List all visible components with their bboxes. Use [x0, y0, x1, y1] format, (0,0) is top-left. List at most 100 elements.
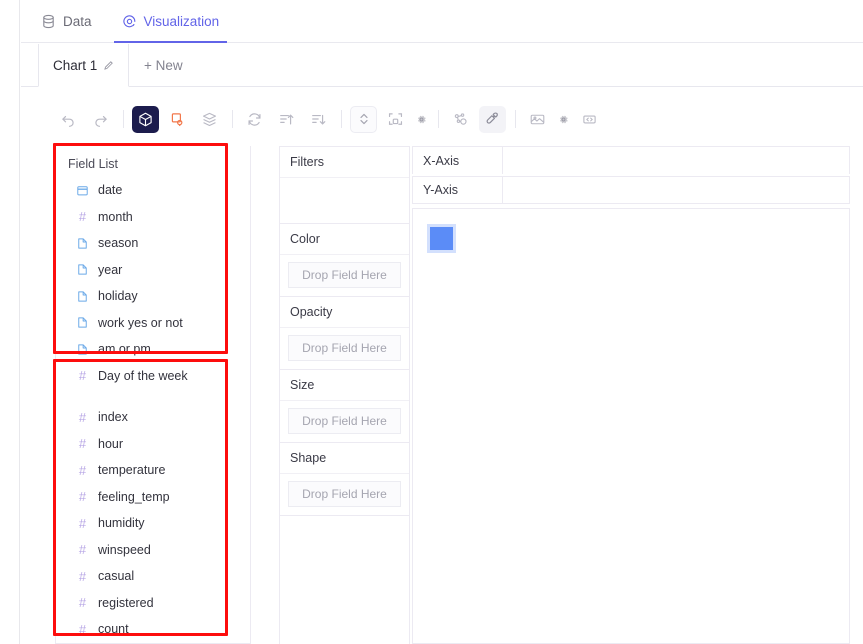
text-file-icon — [76, 316, 89, 329]
field-label: work yes or not — [98, 315, 183, 330]
chart-toolbar — [55, 103, 850, 135]
size-shelf-label: Size — [280, 370, 409, 401]
plot-area[interactable] — [412, 208, 850, 644]
calendar-icon — [76, 184, 89, 197]
field-label: casual — [98, 569, 135, 584]
panels-row: Field List date # month season year holi… — [55, 146, 850, 644]
field-item-casual[interactable]: # casual — [56, 563, 250, 590]
workspace: Field List date # month season year holi… — [27, 88, 850, 644]
mark-type-button[interactable] — [132, 105, 159, 133]
annotation-button[interactable] — [164, 106, 191, 133]
field-label: count — [98, 622, 129, 637]
field-item-season[interactable]: season — [56, 230, 250, 257]
field-item-year[interactable]: year — [56, 257, 250, 284]
tab-data-label: Data — [63, 14, 92, 29]
pencil-icon[interactable] — [103, 60, 114, 71]
field-label: hour — [98, 436, 124, 451]
field-label: index — [98, 410, 128, 425]
x-axis-dropzone[interactable] — [503, 147, 849, 174]
field-label: month — [98, 209, 133, 224]
y-axis-dropzone[interactable] — [503, 177, 849, 203]
sort-descending-button[interactable] — [305, 106, 332, 133]
hash-icon: # — [78, 621, 87, 637]
filters-shelf: Filters — [279, 146, 410, 224]
fit-view-button[interactable] — [382, 106, 409, 133]
color-shelf-label: Color — [280, 224, 409, 255]
tab-visualization-label: Visualization — [143, 14, 220, 29]
field-item-feeling-temp[interactable]: # feeling_temp — [56, 484, 250, 511]
mark-color-swatch[interactable] — [427, 224, 456, 253]
text-file-icon — [76, 237, 89, 250]
code-view-button[interactable] — [576, 106, 603, 133]
field-label: humidity — [98, 516, 145, 531]
field-label: registered — [98, 595, 154, 610]
image-export-button[interactable] — [524, 106, 551, 133]
filters-shelf-label: Filters — [280, 147, 409, 178]
image-export-settings-button[interactable] — [556, 108, 570, 130]
field-item-date[interactable]: date — [56, 177, 250, 204]
color-shelf-dropzone[interactable]: Drop Field Here — [288, 262, 401, 288]
sort-ascending-button[interactable] — [273, 106, 300, 133]
tab-visualization[interactable]: Visualization — [113, 0, 227, 43]
chart-tab-strip: Chart 1 + New — [21, 44, 863, 87]
tab-data[interactable]: Data — [39, 0, 94, 43]
fit-view-settings-button[interactable] — [414, 108, 428, 130]
hash-icon: # — [78, 489, 87, 505]
field-item-day-of-the-week[interactable]: # Day of the week — [56, 363, 250, 390]
left-rail — [0, 0, 20, 644]
field-item-month[interactable]: # month — [56, 204, 250, 231]
y-axis-label: Y-Axis — [413, 177, 503, 203]
encoding-shelves-panel: Filters Color Drop Field Here Opacity Dr… — [279, 146, 410, 644]
opacity-shelf-dropzone[interactable]: Drop Field Here — [288, 335, 401, 361]
size-shelf-placeholder: Drop Field Here — [302, 414, 387, 428]
field-list-panel: Field List date # month season year holi… — [55, 146, 251, 644]
field-item-winspeed[interactable]: # winspeed — [56, 537, 250, 564]
field-label: season — [98, 236, 139, 251]
new-chart-button[interactable]: + New — [134, 44, 193, 87]
field-label: year — [98, 262, 123, 277]
chart-tab-chart-1[interactable]: Chart 1 — [38, 44, 130, 87]
field-item-registered[interactable]: # registered — [56, 590, 250, 617]
field-label: Day of the week — [98, 368, 188, 383]
size-shelf-dropzone[interactable]: Drop Field Here — [288, 408, 401, 434]
field-item-humidity[interactable]: # humidity — [56, 510, 250, 537]
x-axis-shelf: X-Axis — [412, 146, 850, 174]
hash-icon: # — [78, 436, 87, 452]
new-chart-label: + New — [144, 58, 183, 73]
hash-icon: # — [78, 368, 87, 384]
hash-icon: # — [78, 409, 87, 425]
text-file-icon — [76, 290, 89, 303]
size-shelf: Size Drop Field Here — [279, 370, 410, 443]
data-layers-button[interactable] — [196, 106, 223, 133]
toolbar-divider — [341, 110, 342, 128]
hash-icon: # — [78, 595, 87, 611]
field-label: am or pm — [98, 342, 151, 357]
field-item-index[interactable]: # index — [56, 404, 250, 431]
field-list-title: Field List — [68, 157, 119, 171]
toolbar-divider — [438, 110, 439, 128]
field-item-holiday[interactable]: holiday — [56, 283, 250, 310]
shelves-filler — [279, 516, 410, 644]
color-shelf: Color Drop Field Here — [279, 224, 410, 297]
shape-shelf-dropzone[interactable]: Drop Field Here — [288, 481, 401, 507]
field-item-hour[interactable]: # hour — [56, 431, 250, 458]
stepper-button[interactable] — [350, 105, 377, 133]
color-shelf-placeholder: Drop Field Here — [302, 268, 387, 282]
shape-shelf-placeholder: Drop Field Here — [302, 487, 387, 501]
field-item-work-yes-or-not[interactable]: work yes or not — [56, 310, 250, 337]
field-label: winspeed — [98, 542, 151, 557]
filters-shelf-dropzone[interactable] — [280, 178, 409, 223]
opacity-shelf: Opacity Drop Field Here — [279, 297, 410, 370]
format-brush-button[interactable] — [479, 105, 506, 133]
analytics-button[interactable] — [447, 106, 474, 133]
opacity-shelf-label: Opacity — [280, 297, 409, 328]
refresh-button[interactable] — [241, 106, 268, 133]
hash-icon: # — [78, 568, 87, 584]
undo-button[interactable] — [55, 106, 82, 133]
toolbar-divider — [232, 110, 233, 128]
y-axis-shelf: Y-Axis — [412, 176, 850, 204]
redo-button[interactable] — [87, 106, 114, 133]
field-item-temperature[interactable]: # temperature — [56, 457, 250, 484]
field-item-count[interactable]: # count — [56, 616, 250, 643]
field-item-am-or-pm[interactable]: am or pm — [56, 336, 250, 363]
